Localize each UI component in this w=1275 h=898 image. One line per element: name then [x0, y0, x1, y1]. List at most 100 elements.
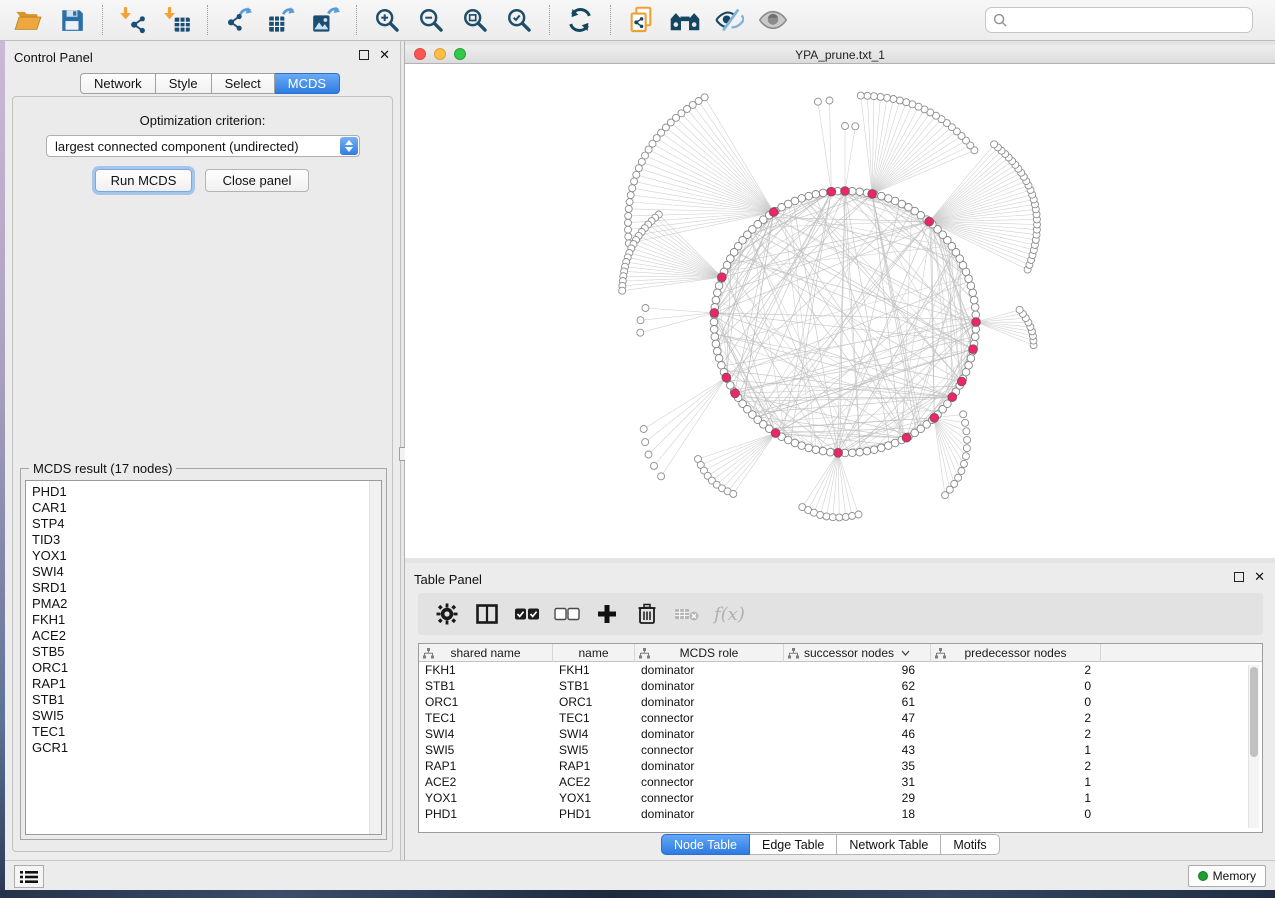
table-cell[interactable]: STB1 — [419, 678, 553, 694]
close-panel-icon[interactable]: ✕ — [1254, 572, 1265, 582]
network-node[interactable] — [827, 448, 835, 456]
network-leaf-node[interactable] — [964, 436, 971, 443]
network-node[interactable] — [715, 355, 723, 363]
search-input[interactable] — [1013, 10, 1252, 30]
save-icon[interactable] — [54, 4, 90, 36]
tab-node-table[interactable]: Node Table — [661, 834, 750, 855]
network-leaf-node[interactable] — [829, 514, 836, 521]
hide-selected-icon[interactable] — [711, 4, 747, 36]
table-cell[interactable]: connector — [635, 774, 784, 790]
tab-style[interactable]: Style — [156, 73, 212, 94]
network-node[interactable] — [819, 189, 827, 197]
network-dominator-node[interactable] — [834, 449, 843, 458]
table-cell[interactable]: SWI5 — [419, 742, 553, 758]
network-dominator-node[interactable] — [718, 273, 727, 282]
table-cell[interactable]: 2 — [931, 726, 1101, 742]
table-cell[interactable]: SWI5 — [553, 742, 635, 758]
network-leaf-node[interactable] — [842, 123, 849, 130]
network-leaf-node[interactable] — [625, 212, 632, 219]
network-node[interactable] — [863, 447, 871, 455]
network-node[interactable] — [878, 444, 886, 452]
network-leaf-node[interactable] — [625, 233, 632, 240]
network-dominator-node[interactable] — [969, 345, 978, 354]
table-cell[interactable]: connector — [635, 742, 784, 758]
network-leaf-node[interactable] — [826, 97, 833, 104]
table-cell[interactable]: 2 — [931, 758, 1101, 774]
network-dominator-node[interactable] — [769, 208, 778, 217]
network-node[interactable] — [710, 318, 718, 326]
table-cell[interactable]: FKH1 — [419, 662, 553, 678]
table-row[interactable]: YOX1YOX1connector291 — [419, 790, 1262, 806]
zoom-selected-icon[interactable] — [501, 4, 537, 36]
network-node[interactable] — [870, 446, 878, 454]
network-node[interactable] — [819, 447, 827, 455]
table-cell[interactable]: 1 — [931, 742, 1101, 758]
network-dominator-node[interactable] — [841, 187, 850, 196]
tab-network-table[interactable]: Network Table — [837, 834, 941, 855]
network-leaf-node[interactable] — [642, 305, 649, 312]
float-panel-icon[interactable] — [1234, 572, 1244, 582]
table-scrollbar[interactable] — [1248, 665, 1259, 828]
import-table-icon[interactable] — [159, 4, 195, 36]
run-mcds-button[interactable]: Run MCDS — [95, 169, 192, 192]
deselect-all-columns-icon[interactable] — [550, 599, 584, 629]
network-dominator-node[interactable] — [972, 318, 981, 327]
table-row[interactable]: SWI5SWI5connector431 — [419, 742, 1262, 758]
network-leaf-node[interactable] — [658, 473, 665, 480]
network-dominator-node[interactable] — [868, 190, 877, 199]
table-row[interactable]: TEC1TEC1connector472 — [419, 710, 1262, 726]
network-leaf-node[interactable] — [625, 226, 632, 233]
network-node[interactable] — [856, 188, 864, 196]
network-leaf-node[interactable] — [842, 513, 849, 520]
table-cell[interactable]: 18 — [784, 806, 931, 822]
table-cell[interactable]: 96 — [784, 662, 931, 678]
table-cell[interactable]: ACE2 — [419, 774, 553, 790]
table-cell[interactable]: 62 — [784, 678, 931, 694]
network-leaf-node[interactable] — [962, 419, 969, 426]
network-leaf-node[interactable] — [896, 97, 903, 104]
table-cell[interactable]: TEC1 — [553, 710, 635, 726]
network-leaf-node[interactable] — [852, 123, 859, 130]
float-panel-icon[interactable] — [359, 50, 369, 60]
table-row[interactable]: PHD1PHD1dominator180 — [419, 806, 1262, 822]
network-node[interactable] — [711, 333, 719, 341]
network-leaf-node[interactable] — [635, 165, 642, 172]
network-node[interactable] — [856, 448, 864, 456]
table-row[interactable]: STB1STB1dominator620 — [419, 678, 1262, 694]
network-leaf-node[interactable] — [817, 511, 824, 518]
network-node[interactable] — [967, 282, 975, 290]
network-canvas[interactable] — [405, 64, 1275, 558]
network-leaf-node[interactable] — [823, 513, 830, 520]
table-cell[interactable]: dominator — [635, 806, 784, 822]
network-leaf-node[interactable] — [884, 94, 891, 101]
network-leaf-node[interactable] — [626, 199, 633, 206]
open-folder-icon[interactable] — [10, 4, 46, 36]
mcds-result-scrollbar[interactable] — [369, 481, 381, 834]
table-cell[interactable]: SWI4 — [553, 726, 635, 742]
tab-network[interactable]: Network — [80, 73, 156, 94]
network-node[interactable] — [970, 296, 978, 304]
show-column-panel-icon[interactable] — [470, 599, 504, 629]
network-leaf-node[interactable] — [645, 451, 652, 458]
network-node[interactable] — [714, 289, 722, 297]
network-dominator-node[interactable] — [771, 429, 780, 438]
table-cell[interactable]: YOX1 — [419, 790, 553, 806]
table-cell[interactable]: 46 — [784, 726, 931, 742]
network-leaf-node[interactable] — [625, 205, 632, 212]
network-leaf-node[interactable] — [642, 439, 649, 446]
network-node[interactable] — [805, 444, 813, 452]
network-leaf-node[interactable] — [619, 287, 626, 294]
table-scrollbar-thumb[interactable] — [1250, 667, 1258, 757]
status-list-button[interactable] — [14, 865, 44, 888]
network-leaf-node[interactable] — [637, 317, 644, 324]
network-node[interactable] — [971, 333, 979, 341]
table-cell[interactable]: dominator — [635, 662, 784, 678]
table-cell[interactable]: 1 — [931, 774, 1101, 790]
table-cell[interactable]: ACE2 — [553, 774, 635, 790]
network-node[interactable] — [812, 191, 820, 199]
table-cell[interactable]: PHD1 — [419, 806, 553, 822]
network-leaf-node[interactable] — [890, 96, 897, 103]
network-dominator-node[interactable] — [902, 433, 911, 442]
column-header-shared-name[interactable]: shared name — [419, 644, 553, 662]
network-leaf-node[interactable] — [963, 428, 970, 435]
